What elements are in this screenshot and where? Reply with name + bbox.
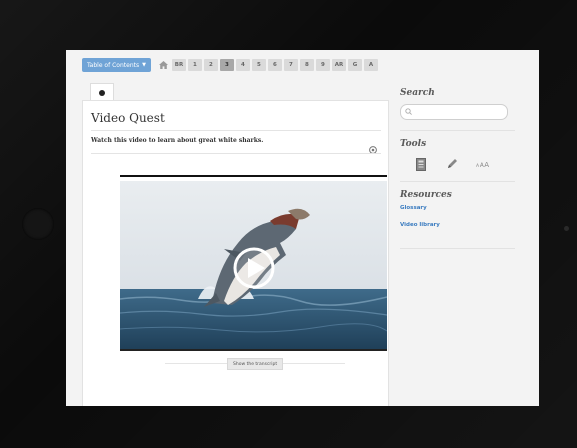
nav-chip-br[interactable]: BR [171, 59, 186, 71]
title-divider [91, 130, 381, 131]
sidebar-divider [400, 130, 515, 131]
chevron-down-icon: ▼ [142, 62, 146, 68]
search-heading: Search [400, 88, 435, 98]
tools-row: AAA [400, 157, 527, 171]
svg-text:A: A [484, 161, 489, 169]
nav-chip-1[interactable]: 1 [187, 59, 202, 71]
tab-dot-icon [99, 90, 105, 96]
nav-chip-g[interactable]: G [347, 59, 362, 71]
nav-chip-ar[interactable]: AR [331, 59, 346, 71]
nav-chip-7[interactable]: 7 [283, 59, 298, 71]
resource-link-glossary[interactable]: Glossary [400, 205, 527, 211]
sidebar: Search Tools AAA Resources Glossary Vide… [400, 88, 527, 257]
instruction-divider [91, 153, 381, 154]
nav-chip-4[interactable]: 4 [235, 59, 250, 71]
nav-chip-8[interactable]: 8 [299, 59, 314, 71]
toc-label: Table of Contents [87, 61, 140, 69]
instruction-text: Watch this video to learn about great wh… [91, 137, 264, 144]
tablet-frame: Table of Contents ▼ BR 1 2 3 4 5 6 7 8 9… [0, 0, 577, 448]
pencil-icon[interactable] [445, 157, 459, 171]
shark-video-frame [120, 181, 387, 350]
table-of-contents-button[interactable]: Table of Contents ▼ [82, 58, 151, 72]
resources-heading: Resources [400, 190, 452, 200]
show-transcript-button[interactable]: Show the transcript [227, 358, 284, 370]
content-card: Video Quest Watch this video to learn ab… [82, 100, 389, 406]
sidebar-divider [400, 248, 515, 249]
screen: Table of Contents ▼ BR 1 2 3 4 5 6 7 8 9… [66, 50, 539, 406]
search-icon [405, 108, 412, 115]
svg-text:A: A [480, 163, 484, 169]
page-title: Video Quest [91, 111, 165, 125]
home-icon[interactable] [158, 59, 170, 71]
nav-chip-3[interactable]: 3 [219, 59, 234, 71]
nav-chip-2[interactable]: 2 [203, 59, 218, 71]
notebook-icon[interactable] [414, 157, 428, 171]
nav-chip-9[interactable]: 9 [315, 59, 330, 71]
resource-link-video-library[interactable]: Video library [400, 222, 527, 228]
video-bottom-bar [120, 349, 387, 351]
audio-icon[interactable] [369, 139, 377, 154]
tools-heading: Tools [400, 139, 427, 149]
text-size-icon[interactable]: AAA [476, 157, 490, 171]
search-input[interactable] [400, 104, 508, 120]
nav-chip-a[interactable]: A [363, 59, 378, 71]
video-player[interactable] [120, 181, 387, 350]
tablet-home-button[interactable] [22, 208, 54, 240]
svg-text:A: A [476, 163, 479, 169]
nav-chip-5[interactable]: 5 [251, 59, 266, 71]
video-top-bar [120, 175, 387, 177]
sidebar-divider [400, 181, 515, 182]
top-navigation: Table of Contents ▼ BR 1 2 3 4 5 6 7 8 9… [82, 58, 378, 72]
tablet-camera [564, 226, 569, 231]
nav-chip-6[interactable]: 6 [267, 59, 282, 71]
